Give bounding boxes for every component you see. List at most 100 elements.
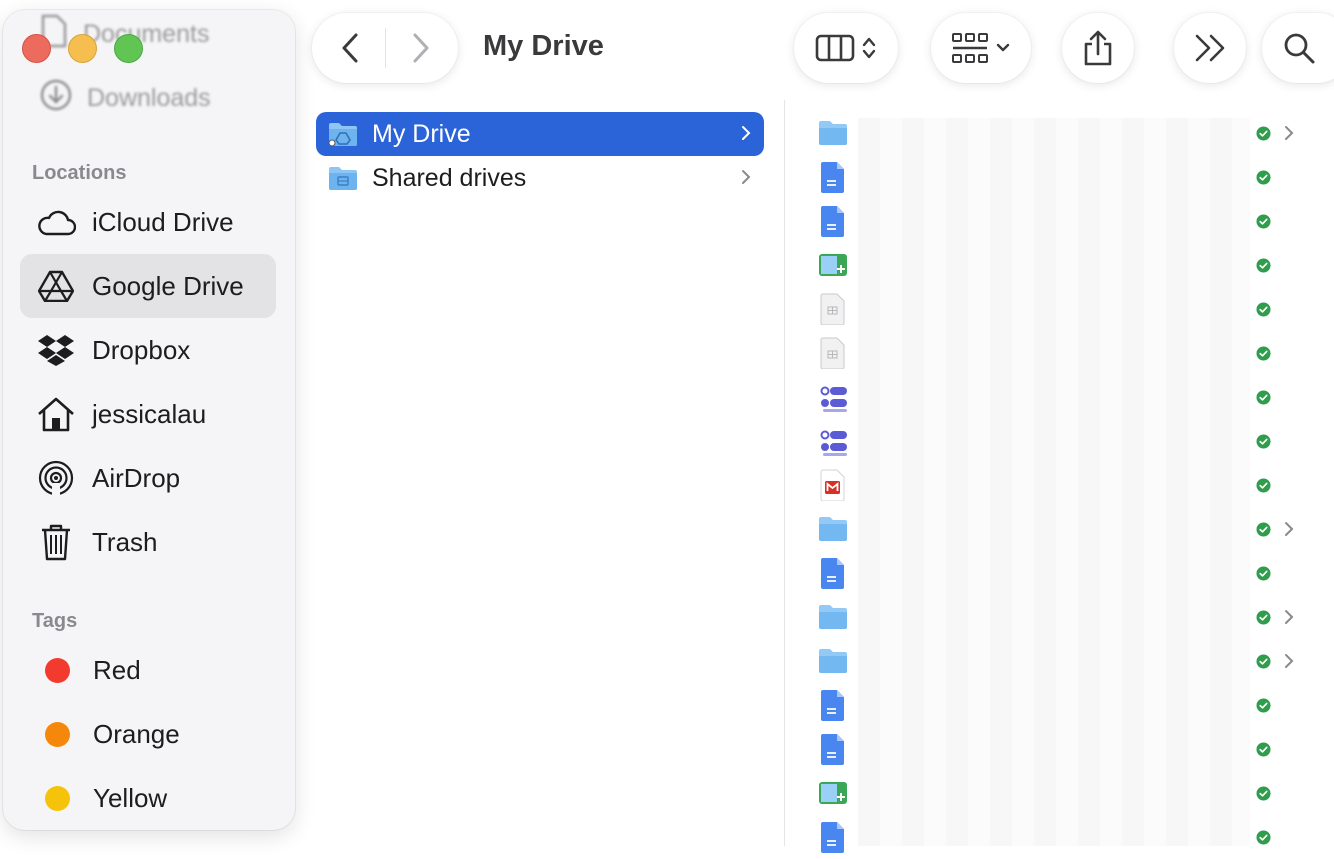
sidebar-item-label: Orange <box>93 718 180 749</box>
search-button[interactable] <box>1262 13 1334 83</box>
google-form-icon <box>815 381 851 413</box>
google-doc-icon <box>815 733 851 765</box>
sidebar-item-label: iCloud Drive <box>92 206 234 237</box>
file-row[interactable] <box>815 815 1305 859</box>
tag-color-dot <box>45 721 70 747</box>
sidebar-item-label: Documents <box>83 20 210 48</box>
sidebar-item-icloud-drive[interactable]: iCloud Drive <box>20 190 276 254</box>
sidebar-item-google-drive[interactable]: Google Drive <box>20 254 276 318</box>
tag-color-dot <box>45 657 70 683</box>
sidebar-tag-yellow[interactable]: Yellow <box>20 766 276 830</box>
synced-check-icon <box>1256 302 1271 317</box>
sidebar-item-airdrop[interactable]: AirDrop <box>20 446 276 510</box>
sidebar-tag-orange[interactable]: Orange <box>20 702 276 766</box>
synced-check-icon <box>1256 478 1271 493</box>
double-chevron-icon <box>1195 34 1225 62</box>
file-row[interactable] <box>815 287 1305 331</box>
forward-button[interactable] <box>386 32 456 64</box>
tags-header: Tags <box>32 610 78 632</box>
column-divider[interactable] <box>784 100 785 846</box>
view-mode-button[interactable] <box>794 13 898 83</box>
minimize-window-button[interactable] <box>68 34 97 63</box>
file-row[interactable] <box>815 463 1305 507</box>
google-drive-folder-icon <box>328 123 357 147</box>
gmail-file-icon <box>815 469 851 502</box>
file-row[interactable] <box>815 243 1305 287</box>
home-icon <box>36 394 76 434</box>
sidebar-item-dropbox[interactable]: Dropbox <box>20 318 276 382</box>
more-toolbar-button[interactable] <box>1174 13 1246 83</box>
shared-drive-folder-icon <box>329 167 357 190</box>
file-row[interactable] <box>815 639 1305 683</box>
sidebar-item-label: Trash <box>92 526 158 557</box>
file-row[interactable] <box>815 111 1305 155</box>
trash-icon <box>36 522 76 562</box>
synced-check-icon <box>1256 742 1271 757</box>
file-row[interactable] <box>815 727 1305 771</box>
up-down-chevron-icon <box>862 37 876 59</box>
file-row[interactable] <box>815 375 1305 419</box>
chevron-down-icon <box>996 43 1010 52</box>
chevron-right-icon <box>413 33 428 63</box>
google-doc-icon <box>815 689 851 721</box>
google-drive-icon <box>36 266 76 306</box>
group-button[interactable] <box>931 13 1031 83</box>
tag-color-dot <box>45 785 70 811</box>
google-form-icon <box>815 425 851 457</box>
zoom-window-button[interactable] <box>114 34 143 63</box>
google-doc-icon <box>815 205 851 237</box>
google-doc-icon <box>815 557 851 589</box>
sidebar-item-label: Downloads <box>87 84 211 112</box>
file-row[interactable] <box>815 155 1305 199</box>
file-row[interactable] <box>815 683 1305 727</box>
synced-check-icon <box>1256 654 1271 669</box>
file-row[interactable] <box>815 199 1305 243</box>
back-button[interactable] <box>315 32 385 64</box>
close-window-button[interactable] <box>22 34 51 63</box>
folder-icon <box>815 513 851 545</box>
sidebar: Documents Downloads Locations iCloud Dri… <box>3 10 295 830</box>
synced-check-icon <box>1256 126 1271 141</box>
folder-icon <box>815 645 851 677</box>
file-row[interactable] <box>815 595 1305 639</box>
chevron-right-icon <box>742 126 751 140</box>
sidebar-item-downloads[interactable]: Downloads <box>39 78 211 119</box>
sidebar-item-label: Red <box>93 654 141 685</box>
google-slides-icon <box>815 777 851 809</box>
chevron-left-icon <box>342 33 357 63</box>
file-row[interactable] <box>815 507 1305 551</box>
download-icon <box>39 78 73 119</box>
synced-check-icon <box>1256 698 1271 713</box>
sidebar-item-label: jessicalau <box>92 398 207 429</box>
sidebar-tag-red[interactable]: Red <box>20 638 276 702</box>
synced-check-icon <box>1256 346 1271 361</box>
file-row[interactable] <box>815 331 1305 375</box>
synced-check-icon <box>1256 522 1271 537</box>
synced-check-icon <box>1256 214 1271 229</box>
synced-check-icon <box>1256 390 1271 405</box>
google-doc-icon <box>815 161 851 193</box>
share-icon <box>1084 30 1112 66</box>
google-doc-icon <box>815 821 851 853</box>
column-item-my-drive[interactable]: My Drive <box>316 112 764 156</box>
cloud-icon <box>36 202 76 242</box>
sidebar-item-trash[interactable]: Trash <box>20 510 276 574</box>
sidebar-item-label: Dropbox <box>92 334 191 365</box>
synced-check-icon <box>1256 258 1271 273</box>
folder-icon <box>815 601 851 633</box>
file-row[interactable] <box>815 551 1305 595</box>
sidebar-item-home[interactable]: jessicalau <box>20 382 276 446</box>
synced-check-icon <box>1256 610 1271 625</box>
sidebar-item-label: Google Drive <box>92 270 244 301</box>
synced-check-icon <box>1256 830 1271 845</box>
file-row[interactable] <box>815 419 1305 463</box>
synced-check-icon <box>1256 170 1271 185</box>
navigation-buttons <box>312 13 458 83</box>
column-item-shared-drives[interactable]: Shared drives <box>316 156 764 200</box>
chevron-right-icon <box>1283 123 1295 148</box>
chevron-right-icon <box>742 170 751 184</box>
file-row[interactable] <box>815 771 1305 815</box>
locations-header: Locations <box>32 162 127 184</box>
group-grid-icon <box>952 33 988 63</box>
share-button[interactable] <box>1062 13 1134 83</box>
